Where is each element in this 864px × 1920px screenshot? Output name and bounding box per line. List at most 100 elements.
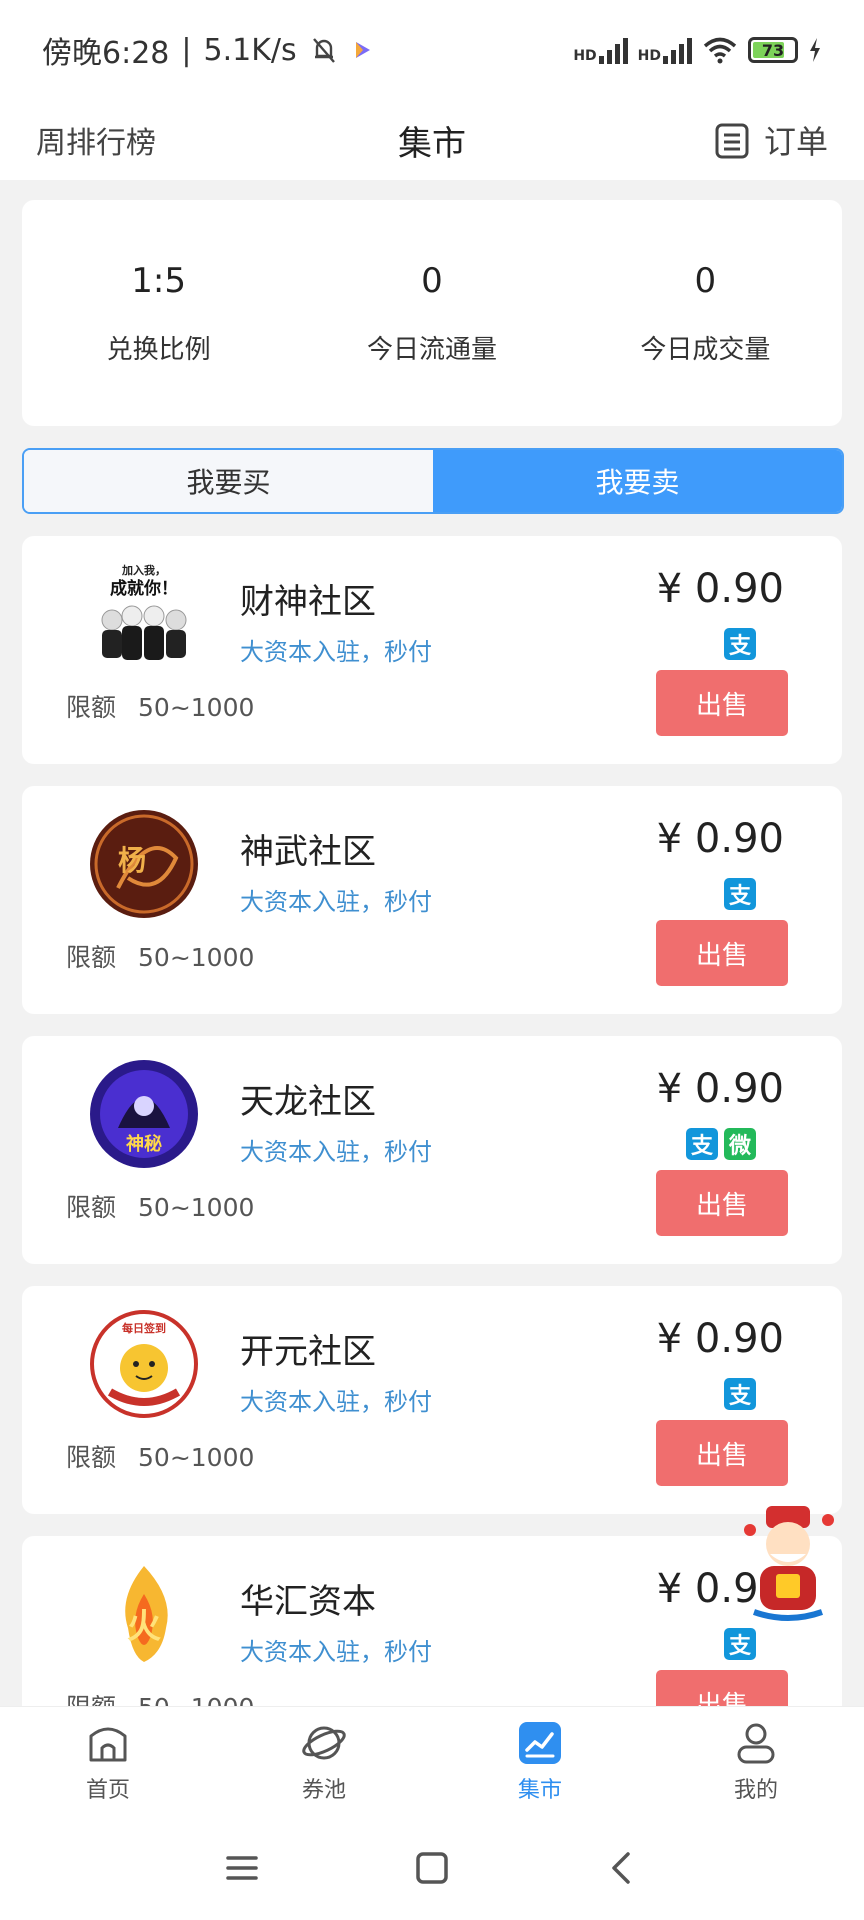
- listing-price: ¥ 0.90: [656, 1066, 784, 1112]
- listing-price: ¥ 0.90: [656, 816, 784, 862]
- orders-icon: [715, 123, 749, 159]
- svg-text:神秘: 神秘: [126, 1133, 162, 1155]
- back-icon[interactable]: [602, 1848, 642, 1888]
- listing-limit: 限额 50~1000: [66, 1188, 254, 1224]
- stat-label: 兑换比例: [106, 334, 211, 365]
- tab-home[interactable]: 首页: [0, 1707, 216, 1816]
- payment-methods: 支: [724, 628, 756, 660]
- system-nav-bar: [0, 1816, 864, 1920]
- listing-list[interactable]: 加入我， 成就你！ 财神社区 大资本入驻，秒付 限额 50~1000 ¥ 0.90…: [22, 536, 842, 1706]
- sell-button[interactable]: 出售: [656, 1420, 788, 1486]
- sell-button[interactable]: 出售: [656, 1670, 788, 1706]
- wechat-pay-icon: 微: [724, 1128, 756, 1160]
- god-of-wealth-floating-icon[interactable]: [730, 1500, 846, 1624]
- alipay-icon: 支: [724, 1628, 756, 1660]
- home-icon: [89, 1727, 127, 1761]
- app-header: 周排行榜 集市 订单: [0, 100, 864, 180]
- battery-icon: 73: [748, 37, 798, 63]
- listing-limit: 限额 50~1000: [66, 938, 254, 974]
- listing-limit: 限额 50~1000: [66, 1438, 254, 1474]
- tab-label: 券池: [301, 1777, 346, 1803]
- stats-card: 1:5 兑换比例 0 今日流通量 0 今日成交量: [22, 200, 842, 426]
- tab-buy[interactable]: 我要买: [24, 450, 433, 512]
- limit-label: 限额: [66, 1193, 117, 1222]
- stat-daily-circulation: 0 今日流通量: [295, 261, 568, 366]
- listing-item[interactable]: 加入我， 成就你！ 财神社区 大资本入驻，秒付 限额 50~1000 ¥ 0.90…: [22, 536, 842, 764]
- limit-range: 50~1000: [138, 693, 255, 722]
- limit-range: 50~1000: [138, 1193, 255, 1222]
- sell-button[interactable]: 出售: [656, 670, 788, 736]
- svg-text:每日签到: 每日签到: [122, 1321, 166, 1335]
- listing-slogan: 大资本入驻，秒付: [240, 1388, 432, 1416]
- status-left: 傍晚6:28 | 5.1K/s: [42, 28, 373, 72]
- svg-text:杨: 杨: [118, 844, 146, 877]
- listing-slogan: 大资本入驻，秒付: [240, 888, 432, 916]
- tab-coupon-pool[interactable]: 券池: [216, 1707, 432, 1816]
- orders-button[interactable]: 订单: [714, 117, 828, 163]
- tab-market[interactable]: 集市: [432, 1707, 648, 1816]
- charging-icon: [810, 38, 820, 62]
- stat-value: 0: [694, 260, 717, 301]
- stat-value: 0: [421, 260, 443, 301]
- weekly-ranking-link[interactable]: 周排行榜: [36, 118, 156, 162]
- tab-label: 首页: [85, 1777, 130, 1803]
- community-logo: 加入我， 成就你！: [88, 558, 200, 670]
- home-square-icon[interactable]: [412, 1848, 452, 1888]
- tab-label: 集市: [517, 1777, 562, 1803]
- community-logo: 杨: [90, 810, 198, 918]
- tab-sell[interactable]: 我要卖: [433, 450, 842, 512]
- stat-label: 今日成交量: [640, 334, 771, 365]
- community-logo: 火: [88, 1558, 200, 1670]
- payment-methods: 支 微: [686, 1128, 756, 1160]
- payment-methods: 支: [724, 1628, 756, 1660]
- wifi-icon: [703, 37, 737, 64]
- listing-price: ¥ 0.90: [656, 1316, 784, 1362]
- listing-name: 财神社区: [240, 582, 376, 622]
- sell-button[interactable]: 出售: [656, 1170, 788, 1236]
- buy-sell-toggle: 我要买 我要卖: [22, 448, 844, 514]
- listing-price: ¥ 0.90: [656, 566, 784, 612]
- planet-icon: [302, 1726, 346, 1759]
- listing-item[interactable]: 每日签到 开元社区 大资本入驻，秒付 限额 50~1000 ¥ 0.90 支 出售: [22, 1286, 842, 1514]
- play-store-icon: [355, 42, 370, 58]
- payment-methods: 支: [724, 878, 756, 910]
- stat-daily-volume: 0 今日成交量: [569, 261, 842, 366]
- listing-item[interactable]: 神秘 天龙社区 大资本入驻，秒付 限额 50~1000 ¥ 0.90 支 微 出售: [22, 1036, 842, 1264]
- listing-name: 神武社区: [240, 832, 376, 872]
- listing-name: 开元社区: [240, 1332, 376, 1372]
- orders-label: 订单: [763, 123, 828, 161]
- menu-icon[interactable]: [222, 1850, 262, 1886]
- signal-icon-2: HD: [638, 36, 692, 64]
- listing-name: 天龙社区: [240, 1082, 376, 1122]
- svg-text:加入我，: 加入我，: [121, 563, 166, 577]
- status-separator: |: [181, 32, 192, 68]
- sell-button[interactable]: 出售: [656, 920, 788, 986]
- alipay-icon: 支: [724, 878, 756, 910]
- bottom-tab-bar: 首页 券池 集市 我的: [0, 1706, 864, 1816]
- status-right: HD HD 73: [573, 36, 822, 64]
- listing-name: 华汇资本: [240, 1582, 376, 1622]
- listing-item[interactable]: 杨 神武社区 大资本入驻，秒付 限额 50~1000 ¥ 0.90 支 出售: [22, 786, 842, 1014]
- profile-icon: [737, 1723, 775, 1763]
- limit-label: 限额: [66, 693, 117, 722]
- limit-label: 限额: [66, 943, 117, 972]
- status-net-speed: 5.1K/s: [203, 32, 297, 68]
- tab-label: 我的: [733, 1777, 778, 1803]
- alipay-icon: 支: [724, 1378, 756, 1410]
- stat-label: 今日流通量: [366, 334, 497, 365]
- limit-range: 50~1000: [138, 943, 255, 972]
- limit-label: 限额: [66, 1443, 117, 1472]
- tab-profile[interactable]: 我的: [648, 1707, 864, 1816]
- payment-methods: 支: [724, 1378, 756, 1410]
- community-logo: 每日签到: [90, 1310, 198, 1418]
- listing-slogan: 大资本入驻，秒付: [240, 1138, 432, 1166]
- signal-icon: HD: [573, 36, 628, 64]
- stat-value: 1:5: [131, 260, 187, 301]
- status-bar: 傍晚6:28 | 5.1K/s HD HD 73: [0, 0, 864, 100]
- limit-range: 50~1000: [138, 1443, 255, 1472]
- stat-exchange-ratio: 1:5 兑换比例: [22, 261, 295, 366]
- listing-item[interactable]: 火 华汇资本 大资本入驻，秒付 限额50~1000 ¥ 0.90 支 出售: [22, 1536, 842, 1706]
- listing-limit: 限额 50~1000: [66, 1688, 254, 1706]
- limit-label: 限额: [66, 1693, 116, 1706]
- listing-slogan: 大资本入驻，秒付: [240, 638, 432, 666]
